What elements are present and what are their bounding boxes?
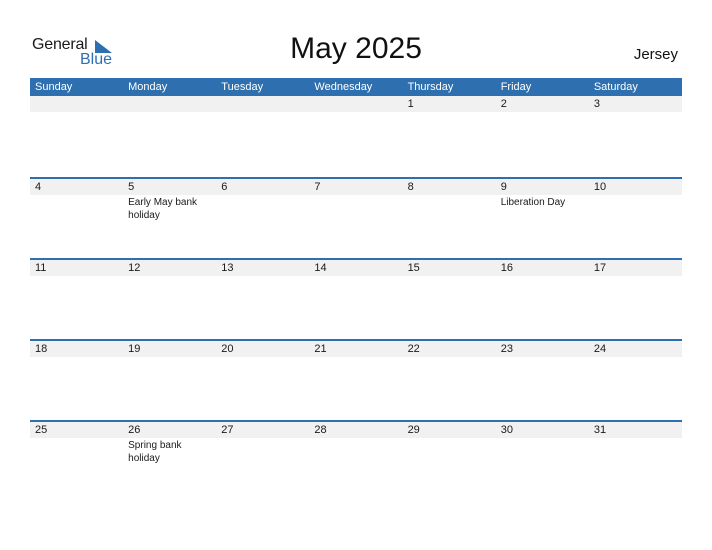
day-number: 19 xyxy=(128,343,141,355)
holiday-label xyxy=(589,438,682,465)
holiday-label xyxy=(496,357,589,358)
holiday-label xyxy=(30,438,123,465)
holiday-label xyxy=(123,112,216,113)
day-number: 14 xyxy=(314,262,327,274)
holiday-label xyxy=(496,112,589,113)
day-number: 1 xyxy=(407,98,414,110)
event-row xyxy=(30,357,682,358)
date-number-row: 4 5 6 7 8 9 10 xyxy=(30,179,682,195)
day-number: 5 xyxy=(128,181,135,193)
holiday-label xyxy=(309,357,402,358)
holiday-label xyxy=(403,195,496,222)
holiday-label xyxy=(30,357,123,358)
day-number: 18 xyxy=(35,343,48,355)
holiday-label xyxy=(123,357,216,358)
day-number xyxy=(123,96,216,112)
day-number: 4 xyxy=(35,181,42,193)
week-row: 11 12 13 14 15 16 17 xyxy=(30,258,682,339)
holiday-label xyxy=(309,112,402,113)
week-row: 18 19 20 21 22 23 24 xyxy=(30,339,682,420)
holiday-label xyxy=(216,112,309,113)
holiday-label xyxy=(30,112,123,113)
day-number: 11 xyxy=(35,262,47,274)
weekday-monday: Monday xyxy=(128,81,168,93)
day-number: 21 xyxy=(314,343,327,355)
holiday-label xyxy=(496,438,589,465)
weekday-thursday: Thursday xyxy=(407,81,454,93)
day-number: 23 xyxy=(500,343,513,355)
week-row: 4 5 6 7 8 9 10 Early May bank holiday Liberation… xyxy=(30,177,682,258)
day-number: 8 xyxy=(407,181,414,193)
day-number: 17 xyxy=(593,262,607,274)
holiday-label xyxy=(496,276,589,277)
holiday-label xyxy=(216,195,309,222)
holiday-label xyxy=(403,112,496,113)
calendar-grid: Sunday Monday Tuesday Wednesday Thursday… xyxy=(30,78,682,501)
holiday-label xyxy=(403,357,496,358)
holiday-label: Early May bank holiday xyxy=(128,197,198,221)
day-number: 15 xyxy=(407,262,420,274)
weekday-wednesday: Wednesday xyxy=(314,81,373,93)
holiday-label xyxy=(589,276,682,277)
holiday-label xyxy=(216,438,309,465)
holiday-label xyxy=(309,195,402,222)
event-row: Spring bank holiday xyxy=(30,438,682,465)
day-number: 9 xyxy=(500,181,507,193)
event-row xyxy=(30,112,682,113)
day-number: 2 xyxy=(500,98,507,110)
weekday-saturday: Saturday xyxy=(593,81,638,93)
holiday-label xyxy=(403,276,496,277)
holiday-label xyxy=(216,357,309,358)
day-number: 27 xyxy=(221,424,234,436)
holiday-label: Spring bank holiday xyxy=(128,440,182,464)
country-label: Jersey xyxy=(633,46,678,63)
day-number: 26 xyxy=(128,424,141,436)
day-number xyxy=(216,96,309,112)
week-row: 25 26 27 28 29 30 31 Spring bank holiday xyxy=(30,420,682,501)
holiday-label xyxy=(309,438,402,465)
day-number: 3 xyxy=(593,98,600,110)
holiday-label xyxy=(589,195,682,222)
date-number-row: 11 12 13 14 15 16 17 xyxy=(30,260,682,276)
holiday-label xyxy=(589,357,682,358)
day-number: 29 xyxy=(407,424,420,436)
weeks-container: 1 2 3 4 5 6 7 8 9 10 Early May bank holiday Liberat… xyxy=(30,96,682,501)
day-number: 6 xyxy=(221,181,228,193)
day-number xyxy=(30,96,123,112)
date-number-row: 18 19 20 21 22 23 24 xyxy=(30,341,682,357)
holiday-label xyxy=(30,276,123,277)
holiday-label xyxy=(123,276,216,277)
day-number: 30 xyxy=(500,424,513,436)
holiday-label xyxy=(309,276,402,277)
holiday-label xyxy=(403,438,496,465)
day-number: 20 xyxy=(221,343,234,355)
day-number: 10 xyxy=(593,181,607,193)
weekday-header: Sunday Monday Tuesday Wednesday Thursday… xyxy=(30,78,682,96)
day-number: 13 xyxy=(221,262,234,274)
date-number-row: 1 2 3 xyxy=(30,96,682,112)
day-number xyxy=(309,96,402,112)
week-row: 1 2 3 xyxy=(30,96,682,177)
day-number: 24 xyxy=(593,343,607,355)
weekday-friday: Friday xyxy=(500,81,532,93)
holiday-label xyxy=(589,112,682,113)
event-row: Early May bank holiday Liberation Day xyxy=(30,195,682,222)
holiday-label xyxy=(216,276,309,277)
date-number-row: 25 26 27 28 29 30 31 xyxy=(30,422,682,438)
holiday-label xyxy=(30,195,123,222)
weekday-tuesday: Tuesday xyxy=(221,81,264,93)
day-number: 28 xyxy=(314,424,327,436)
event-row xyxy=(30,276,682,277)
day-number: 25 xyxy=(35,424,48,436)
day-number: 16 xyxy=(500,262,513,274)
calendar-title: May 2025 xyxy=(290,32,422,65)
day-number: 12 xyxy=(128,262,141,274)
holiday-label: Liberation Day xyxy=(500,197,566,208)
day-number: 31 xyxy=(593,424,607,436)
day-number: 22 xyxy=(407,343,420,355)
weekday-sunday: Sunday xyxy=(35,81,73,93)
day-number: 7 xyxy=(314,181,321,193)
